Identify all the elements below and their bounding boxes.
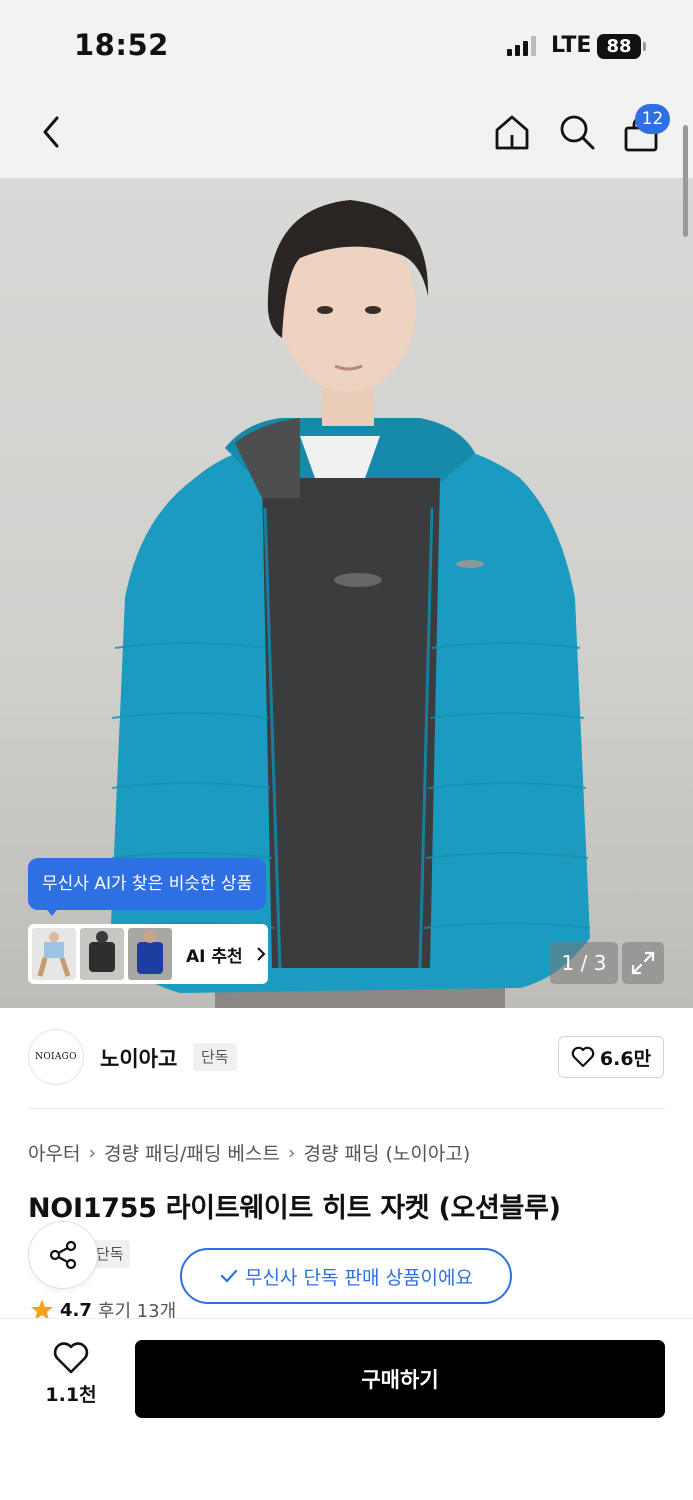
star-icon bbox=[31, 1300, 53, 1320]
signal-icon bbox=[507, 36, 536, 56]
brand-logo[interactable]: NOIAGO bbox=[28, 1029, 84, 1085]
share-icon bbox=[49, 1240, 77, 1270]
expand-icon[interactable] bbox=[622, 942, 664, 984]
chevron-right-icon: › bbox=[88, 1141, 97, 1164]
image-counter: 1 / 3 bbox=[550, 942, 618, 984]
divider bbox=[28, 1108, 665, 1109]
top-nav bbox=[0, 92, 693, 178]
ai-thumb-2 bbox=[80, 928, 124, 980]
breadcrumb-item[interactable]: 경량 패딩 (노이아고) bbox=[303, 1139, 470, 1166]
ai-bubble-tail bbox=[44, 906, 60, 916]
buy-button[interactable]: 구매하기 bbox=[135, 1340, 665, 1418]
cart-count-badge: 12 bbox=[635, 104, 670, 134]
product-title: NOI1755 라이트웨이트 히트 자켓 (오션블루) bbox=[28, 1193, 561, 1224]
brand-exclusive-tag: 단독 bbox=[193, 1043, 237, 1071]
heart-icon bbox=[571, 1046, 595, 1068]
brand-like-count: 6.6만 bbox=[599, 1047, 652, 1070]
ai-thumb-3 bbox=[128, 928, 172, 980]
battery-tip bbox=[643, 42, 646, 51]
share-button[interactable] bbox=[28, 1221, 98, 1289]
wishlist-count: 1.1천 bbox=[45, 1384, 97, 1406]
home-icon[interactable] bbox=[490, 110, 534, 154]
status-time: 18:52 bbox=[74, 28, 169, 62]
ai-recommend-label: AI 추천 bbox=[186, 946, 243, 967]
breadcrumb: 아우터 › 경량 패딩/패딩 베스트 › 경량 패딩 (노이아고) bbox=[28, 1139, 470, 1166]
status-bar: 18:52 LTE 88 bbox=[0, 0, 693, 92]
exclusive-notice-text: 무신사 단독 판매 상품이에요 bbox=[245, 1266, 473, 1289]
chevron-right-icon bbox=[256, 947, 266, 961]
wishlist-button[interactable]: 1.1천 bbox=[36, 1342, 106, 1414]
ai-similar-bubble[interactable]: 무신사 AI가 찾은 비슷한 상품 bbox=[28, 858, 267, 910]
scrollbar[interactable] bbox=[683, 125, 688, 237]
breadcrumb-item[interactable]: 경량 패딩/패딩 베스트 bbox=[104, 1139, 280, 1166]
rating-score: 4.7 bbox=[60, 1300, 92, 1320]
brand-like-button[interactable]: 6.6만 bbox=[558, 1036, 664, 1078]
ai-recommend-button[interactable]: AI 추천 bbox=[28, 924, 268, 984]
chevron-right-icon: › bbox=[287, 1141, 296, 1164]
exclusive-notice-pill[interactable]: 무신사 단독 판매 상품이에요 bbox=[180, 1248, 512, 1304]
search-icon[interactable] bbox=[555, 110, 599, 154]
breadcrumb-item[interactable]: 아우터 bbox=[28, 1139, 80, 1166]
battery-icon: 88 bbox=[597, 34, 641, 59]
check-icon bbox=[220, 1269, 238, 1283]
brand-name[interactable]: 노이아고 bbox=[100, 1043, 177, 1073]
heart-icon bbox=[53, 1342, 89, 1374]
network-label: LTE bbox=[551, 33, 592, 58]
rating-row[interactable]: 4.7 후기 13개 bbox=[30, 1300, 176, 1320]
ai-thumb-1 bbox=[32, 928, 76, 980]
review-count: 후기 13개 bbox=[97, 1301, 177, 1320]
back-icon[interactable] bbox=[34, 112, 68, 152]
